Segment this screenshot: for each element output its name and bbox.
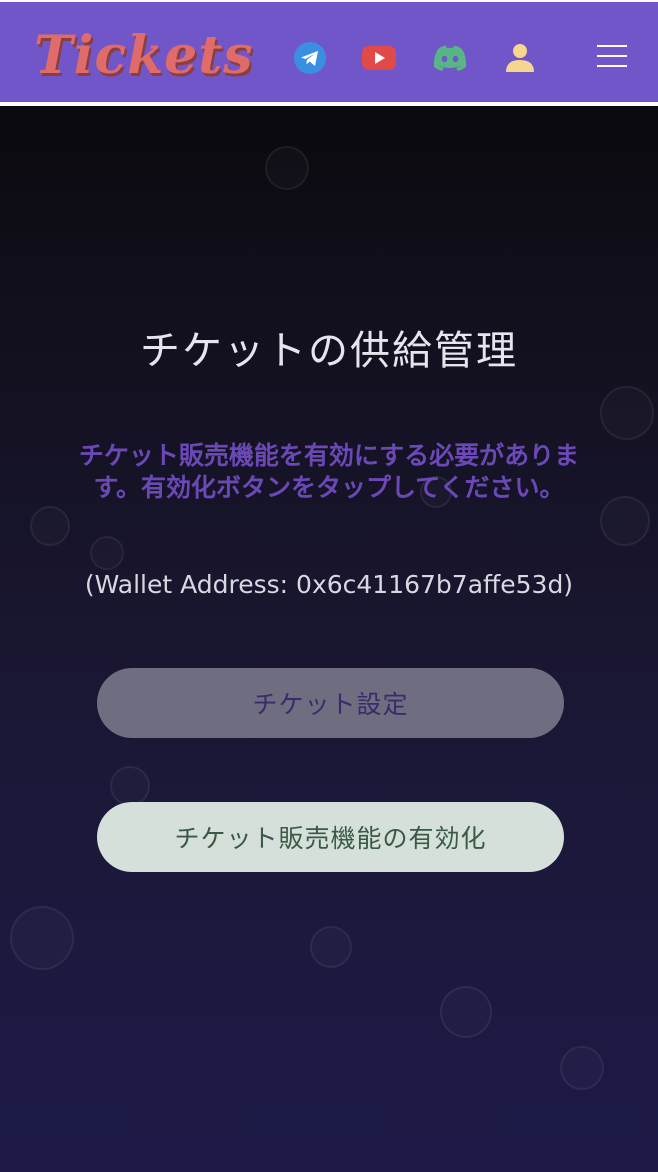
youtube-icon[interactable] xyxy=(359,38,399,78)
telegram-icon[interactable] xyxy=(290,38,330,78)
user-icon[interactable] xyxy=(500,38,540,78)
menu-icon[interactable] xyxy=(592,36,632,76)
background xyxy=(0,106,658,1172)
ticket-settings-button[interactable]: チケット設定 xyxy=(97,668,564,738)
header: Tickets xyxy=(0,0,658,106)
page: Tickets チケットの供給管理 チケット販売機能を有効にする必要があります。… xyxy=(0,0,658,1172)
discord-icon[interactable] xyxy=(430,38,470,78)
activation-notice: チケット販売機能を有効にする必要があります。有効化ボタンをタップしてください。 xyxy=(78,441,580,502)
logo[interactable]: Tickets xyxy=(34,20,254,92)
wallet-address: (Wallet Address: 0x6c41167b7affe53d) xyxy=(84,570,574,599)
page-title: チケットの供給管理 xyxy=(140,328,518,374)
enable-sales-button[interactable]: チケット販売機能の有効化 xyxy=(97,802,564,872)
